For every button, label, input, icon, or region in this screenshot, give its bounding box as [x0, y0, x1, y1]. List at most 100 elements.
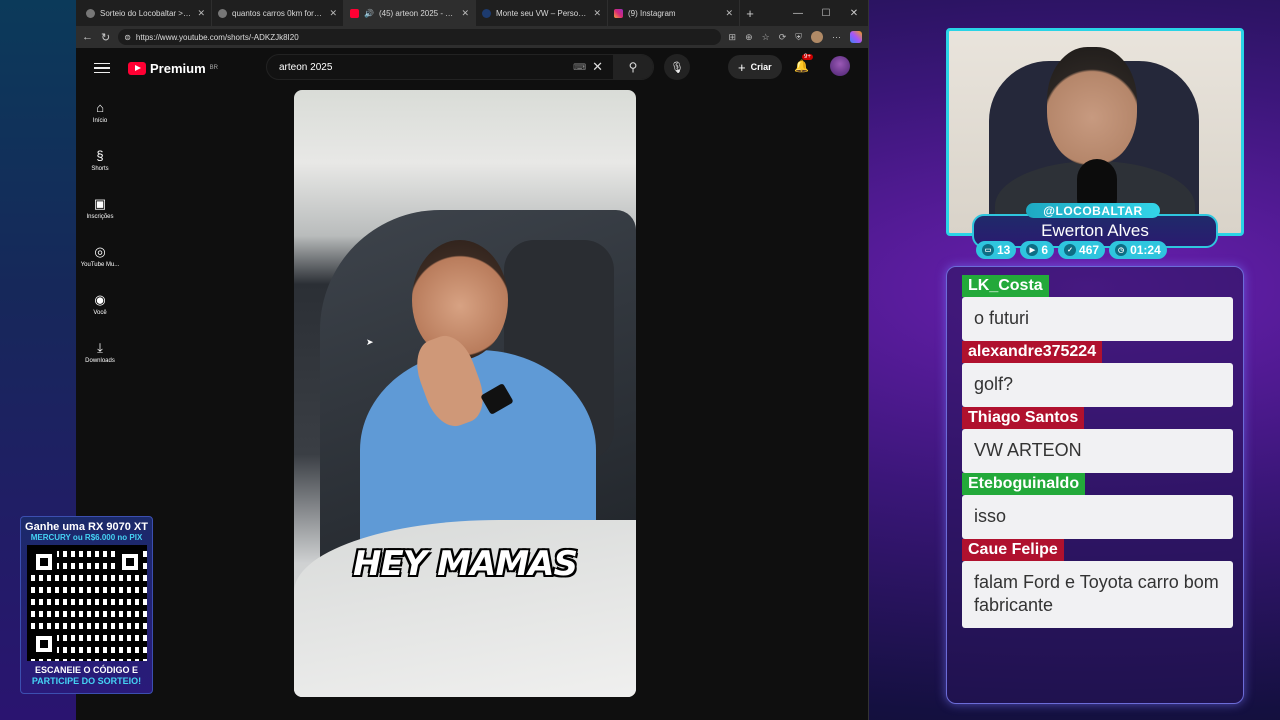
keyboard-icon[interactable]: ⌨	[573, 62, 586, 73]
stat-pill: ✓ 467	[1058, 241, 1106, 259]
browser-tab-3[interactable]: Monte seu VW – Personalize s ✕	[476, 0, 608, 26]
browser-tab-0[interactable]: Sorteio do Locobaltar > Dados ✕	[80, 0, 212, 26]
stat-pill: ▶ 6	[1020, 241, 1055, 259]
browser-tab-4[interactable]: (9) Instagram ✕	[608, 0, 740, 26]
tab-title: Monte seu VW – Personalize s	[496, 8, 589, 18]
more-icon[interactable]: ⋯	[832, 32, 841, 43]
chat-username: LK_Costa	[962, 275, 1049, 297]
chat-message: LK_Costa o futuri	[962, 275, 1233, 341]
new-tab-button[interactable]: +	[740, 0, 760, 26]
stat-value: 6	[1041, 243, 1049, 257]
copilot-icon[interactable]	[850, 31, 862, 43]
stat-value: 01:24	[1130, 243, 1161, 257]
sidebar-item-0[interactable]: ⌂ Início	[76, 88, 124, 136]
site-info-icon[interactable]: ⊜	[124, 33, 131, 42]
video-caption: HEY MAMAS	[353, 544, 578, 584]
twitch-icon: ▭	[982, 244, 994, 256]
voice-search-button[interactable]: 🎙	[664, 54, 690, 80]
create-button[interactable]: + Criar	[728, 55, 782, 79]
clock-icon: ◷	[1115, 244, 1128, 256]
search-input[interactable]: arteon 2025	[267, 62, 573, 73]
chat-text: VW ARTEON	[962, 429, 1233, 473]
youtube-logo[interactable]: Premium BR	[128, 61, 218, 76]
plus-icon: +	[738, 59, 746, 75]
subscriptions-icon: ▣	[93, 195, 107, 211]
tab-close-icon[interactable]: ✕	[197, 8, 205, 19]
sidebar-item-3[interactable]: ◎ YouTube Mu...	[76, 232, 124, 280]
giveaway-footer: ESCANEIE O CÓDIGO E PARTICIPE DO SORTEIO…	[31, 665, 142, 686]
url-field[interactable]: ⊜ https://www.youtube.com/shorts/-ADKZJk…	[118, 29, 721, 45]
favorite-star-icon[interactable]: ☆	[762, 32, 770, 43]
tab-title: (45) arteon 2025 - YouTub	[378, 8, 456, 18]
tab-bar: Sorteio do Locobaltar > Dados✕quantos ca…	[76, 0, 868, 26]
close-window-icon[interactable]: ✕	[840, 0, 868, 26]
chat-username: Eteboguinaldo	[962, 473, 1086, 495]
chat-text: golf?	[962, 363, 1233, 407]
download-icon: ⤓	[97, 339, 103, 355]
tab-audio-icon[interactable]: 🔊	[364, 9, 374, 18]
minimize-icon[interactable]: —	[784, 0, 812, 26]
profile-avatar[interactable]	[811, 31, 823, 43]
tab-close-icon[interactable]: ✕	[461, 8, 469, 19]
chat-username: alexandre375224	[962, 341, 1103, 363]
user-icon: ◉	[94, 291, 106, 307]
tab-close-icon[interactable]: ✕	[329, 8, 337, 19]
clear-search-icon[interactable]: ✕	[592, 59, 603, 75]
sidebar-item-2[interactable]: ▣ Inscrições	[76, 184, 124, 232]
browser-tab-2[interactable]: 🔊 (45) arteon 2025 - YouTub ✕	[344, 0, 476, 26]
notification-badge: 9+	[802, 54, 813, 60]
giveaway-title: Ganhe uma RX 9070 XT	[25, 521, 148, 533]
sidebar-item-label: Downloads	[85, 357, 115, 364]
qr-code	[26, 545, 147, 661]
shorts-video-player[interactable]: HEY MAMAS	[294, 90, 636, 697]
shield-icon[interactable]: ⛨	[795, 32, 802, 43]
chat-username: Thiago Santos	[962, 407, 1085, 429]
sidebar-item-label: Inscrições	[86, 213, 114, 220]
giveaway-panel: Ganhe uma RX 9070 XT MERCURY ou R$6.000 …	[20, 516, 153, 694]
browser-window: Sorteio do Locobaltar > Dados✕quantos ca…	[76, 0, 869, 720]
sidebar-item-label: YouTube Mu...	[80, 261, 120, 268]
tab-favicon-icon	[218, 8, 227, 18]
sidebar-item-4[interactable]: ◉ Você	[76, 280, 124, 328]
stat-value: 467	[1079, 243, 1100, 257]
apps-icon[interactable]: ⊞	[729, 32, 737, 43]
streamer-handle: @LOCOBALTAR	[1026, 203, 1160, 218]
chat-message: Thiago Santos VW ARTEON	[962, 407, 1233, 473]
chat-text: falam Ford e Toyota carro bom fabricante	[962, 561, 1233, 628]
kick-icon: ✓	[1064, 244, 1077, 256]
zoom-icon[interactable]: ⊕	[745, 32, 753, 43]
tab-title: (9) Instagram	[628, 8, 676, 18]
stat-pill: ◷ 01:24	[1109, 241, 1167, 259]
tab-favicon-icon	[482, 8, 491, 18]
tab-favicon-icon	[86, 8, 95, 18]
notifications-button[interactable]: 🔔 9+	[794, 54, 813, 73]
search-button[interactable]: ⚲	[613, 55, 653, 79]
brand-label: Premium	[150, 60, 206, 76]
microphone-icon: 🎙	[670, 61, 684, 74]
hamburger-menu-icon[interactable]	[94, 62, 110, 74]
url-text: https://www.youtube.com/shorts/-ADKZJk8I…	[135, 32, 299, 42]
sidebar-item-label: Você	[93, 309, 107, 316]
tab-title: Sorteio do Locobaltar > Dados	[100, 8, 192, 18]
extensions-icon[interactable]: ⟳	[779, 32, 787, 43]
chat-message: Caue Felipe falam Ford e Toyota carro bom…	[962, 539, 1233, 628]
maximize-icon[interactable]: ☐	[812, 0, 840, 26]
chat-message: alexandre375224 golf?	[962, 341, 1233, 407]
tab-close-icon[interactable]: ✕	[725, 8, 733, 19]
youtube-icon: ▶	[1026, 244, 1039, 256]
chat-message: Eteboguinaldo isso	[962, 473, 1233, 539]
mouse-cursor-icon: ➤	[366, 337, 374, 347]
viewer-stats: ▭ 13 ▶ 6 ✓ 467 ◷ 01:24	[976, 241, 1167, 259]
tab-close-icon[interactable]: ✕	[593, 8, 601, 19]
sidebar-item-1[interactable]: § Shorts	[76, 136, 124, 184]
shorts-icon: §	[96, 147, 104, 163]
account-avatar[interactable]	[830, 56, 850, 76]
tab-favicon-icon	[350, 8, 359, 18]
chat-username: Caue Felipe	[962, 539, 1064, 561]
sidebar-item-label: Início	[92, 117, 108, 124]
tab-title: quantos carros 0km foram ven	[232, 8, 325, 18]
reload-icon[interactable]: ↻	[101, 31, 110, 44]
sidebar-item-5[interactable]: ⤓ Downloads	[76, 328, 124, 376]
back-icon[interactable]: ←	[82, 31, 93, 43]
browser-tab-1[interactable]: quantos carros 0km foram ven ✕	[212, 0, 344, 26]
